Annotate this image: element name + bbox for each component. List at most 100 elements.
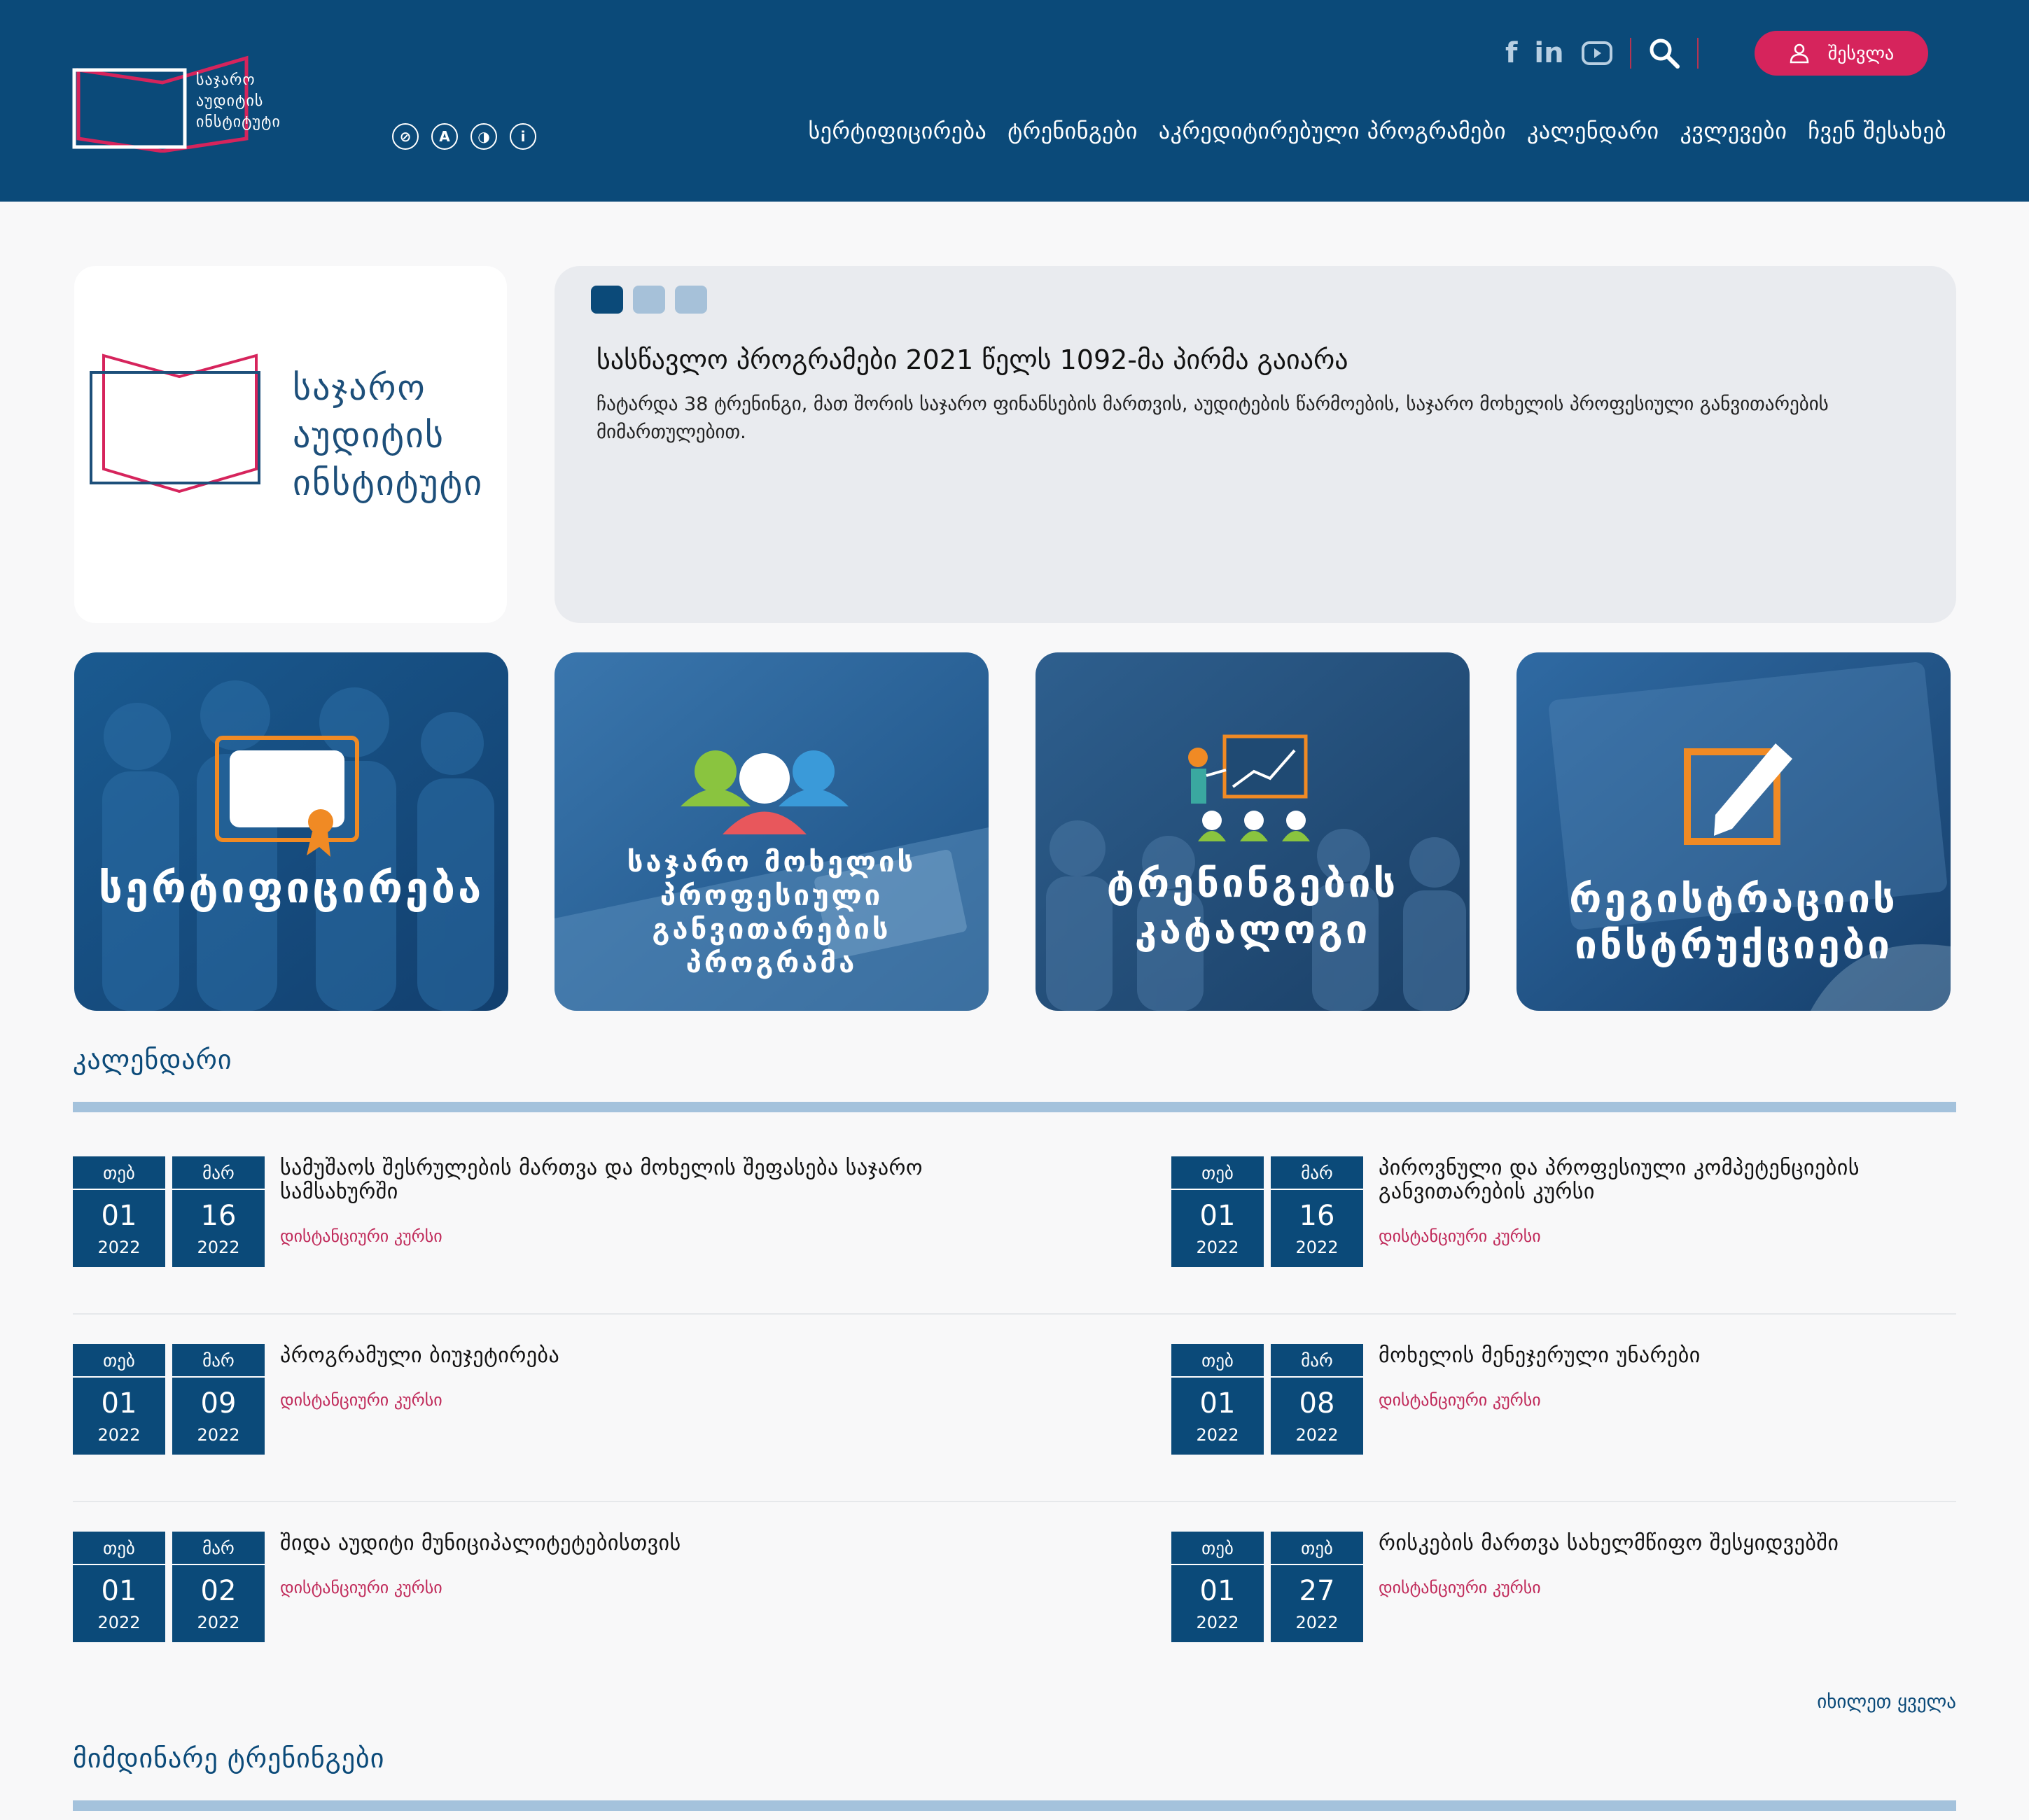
calendar-event[interactable]: თებ 01 2022 მარ 09 2022 პროგრამული ბიუჯე… (73, 1344, 773, 1457)
start-day: 01 (1199, 1575, 1236, 1607)
event-title[interactable]: შიდა აუდიტი მუნიციპალიტეტებისთვის (280, 1532, 854, 1555)
hero-logo-text: საჯარო აუდიტის ინსტიტუტი (293, 364, 483, 507)
end-month: მარ (172, 1532, 265, 1565)
nav-accredited-programs[interactable]: აკრედიტირებული პროგრამები (1159, 118, 1506, 144)
no-animation-icon[interactable]: ⊘ (392, 123, 419, 150)
section-divider-bar (73, 1102, 1956, 1112)
start-date: თებ 01 2022 (1171, 1344, 1264, 1455)
tile-label-line: საჯარო მოხელის (627, 846, 916, 878)
event-type: დისტანციური კურსი (280, 1226, 442, 1246)
tile-label-line: ტრენინგების (1106, 861, 1399, 906)
start-day: 01 (101, 1575, 137, 1607)
tile-label-line: ინსტრუქციები (1575, 923, 1892, 968)
end-day: 27 (1299, 1575, 1335, 1607)
divider (1696, 38, 1699, 69)
end-year: 2022 (1295, 1425, 1339, 1445)
start-date: თებ 01 2022 (1171, 1532, 1264, 1642)
event-title[interactable]: პიროვნული და პროფესიული კომპეტენციების გ… (1379, 1156, 1939, 1204)
tile-civil-servant-program[interactable]: საჯარო მოხელის პროფესიული განვითარების პ… (555, 652, 989, 1011)
accessibility-tools: ⊘ A ◑ i (392, 123, 536, 150)
end-day: 16 (200, 1200, 237, 1232)
font-size-icon[interactable]: A (431, 123, 458, 150)
start-year: 2022 (97, 1238, 141, 1257)
calendar-event[interactable]: თებ 01 2022 თებ 27 2022 რისკების მართვა … (1171, 1532, 1871, 1645)
start-date: თებ 01 2022 (73, 1156, 165, 1267)
end-year: 2022 (1295, 1613, 1339, 1632)
end-date: მარ 08 2022 (1271, 1344, 1363, 1455)
start-month: თებ (73, 1156, 165, 1190)
tile-label-line: კატალოგი (1134, 907, 1371, 953)
end-month: მარ (172, 1344, 265, 1378)
nav-certification[interactable]: სერტიფიცირება (809, 118, 987, 144)
tile-label-line: განვითარების (652, 913, 891, 946)
logo-line: ინსტიტუტი (196, 113, 281, 131)
calendar-event[interactable]: თებ 01 2022 მარ 08 2022 მოხელის მენეჯერუ… (1171, 1344, 1871, 1457)
hero-logo-line: საჯარო (293, 368, 426, 408)
calendar-title: კალენდარი (73, 1044, 232, 1075)
nav-about[interactable]: ჩვენ შესახებ (1808, 118, 1946, 144)
event-title[interactable]: რისკების მართვა სახელმწიფო შესყიდვებში (1379, 1532, 1953, 1555)
end-year: 2022 (1295, 1238, 1339, 1257)
site-header: საჯარო აუდიტის ინსტიტუტი ⊘ A ◑ i f in შე… (0, 0, 2029, 202)
linkedin-icon[interactable]: in (1534, 34, 1563, 73)
slide-title[interactable]: სასწავლო პროგრამები 2021 წელს 1092-მა პი… (597, 344, 1348, 375)
start-month: თებ (73, 1532, 165, 1565)
slider-dot[interactable] (633, 286, 665, 314)
end-year: 2022 (197, 1238, 240, 1257)
section-divider-bar (73, 1800, 1956, 1811)
tile-label: ტრენინგების კატალოგი (1036, 861, 1470, 953)
hero-logo-line: ინსტიტუტი (293, 463, 484, 503)
tile-certification[interactable]: სერტიფიცირება (74, 652, 508, 1011)
login-label: შესვლა (1827, 42, 1895, 64)
nav-calendar[interactable]: კალენდარი (1527, 118, 1659, 144)
end-month: მარ (1271, 1156, 1363, 1190)
nav-trainings[interactable]: ტრენინგები (1007, 118, 1138, 144)
start-year: 2022 (1196, 1238, 1239, 1257)
event-title[interactable]: მოხელის მენეჯერული უნარები (1379, 1344, 1953, 1368)
main-nav: სერტიფიცირება ტრენინგები აკრედიტირებული … (809, 118, 1946, 144)
slider-dot[interactable] (675, 286, 707, 314)
end-date: მარ 16 2022 (172, 1156, 265, 1267)
contrast-icon[interactable]: ◑ (470, 123, 497, 150)
end-year: 2022 (197, 1425, 240, 1445)
event-title[interactable]: სამუშაოს შესრულების მართვა და მოხელის შე… (280, 1156, 938, 1204)
login-button[interactable]: შესვლა (1755, 31, 1928, 76)
slide-description: ჩატარდა 38 ტრენინგი, მათ შორის საჯარო ფი… (597, 393, 1829, 443)
see-all-link[interactable]: იხილეთ ყველა (1817, 1691, 1956, 1713)
start-year: 2022 (97, 1613, 141, 1632)
row-divider (73, 1313, 1956, 1315)
tile-training-catalog[interactable]: ტრენინგების კატალოგი (1036, 652, 1470, 1011)
start-month: თებ (1171, 1532, 1264, 1565)
start-date: თებ 01 2022 (1171, 1156, 1264, 1267)
start-day: 01 (101, 1200, 137, 1232)
event-title[interactable]: პროგრამული ბიუჯეტირება (280, 1344, 854, 1368)
tile-label: რეგისტრაციის ინსტრუქციები (1516, 876, 1951, 969)
tile-label-line: პროგრამა (685, 947, 858, 979)
end-date: მარ 02 2022 (172, 1532, 265, 1642)
calendar-event[interactable]: თებ 01 2022 მარ 16 2022 პიროვნული და პრო… (1171, 1156, 1871, 1270)
end-date: მარ 09 2022 (172, 1344, 265, 1455)
nav-research[interactable]: კვლევები (1680, 118, 1787, 144)
tile-label-line: რეგისტრაციის (1569, 876, 1898, 922)
start-day: 01 (1199, 1200, 1236, 1232)
divider (1629, 38, 1631, 69)
event-type: დისტანციური კურსი (1379, 1578, 1541, 1597)
end-day: 08 (1299, 1387, 1335, 1420)
user-icon (1790, 43, 1809, 64)
calendar-event[interactable]: თებ 01 2022 მარ 16 2022 სამუშაოს შესრულე… (73, 1156, 923, 1270)
tile-registration-instructions[interactable]: რეგისტრაციის ინსტრუქციები (1516, 652, 1951, 1011)
logo-line: აუდიტის (196, 92, 264, 110)
youtube-icon[interactable] (1581, 41, 1613, 66)
start-year: 2022 (1196, 1425, 1239, 1445)
search-icon[interactable] (1648, 37, 1680, 69)
info-icon[interactable]: i (510, 123, 536, 150)
tile-background (74, 652, 508, 1011)
current-trainings-title: მიმდინარე ტრენინგები (73, 1743, 385, 1774)
start-date: თებ 01 2022 (73, 1344, 165, 1455)
end-month: მარ (1271, 1344, 1363, 1378)
calendar-event[interactable]: თებ 01 2022 მარ 02 2022 შიდა აუდიტი მუნი… (73, 1532, 773, 1645)
logo-text: საჯარო აუდიტის ინსტიტუტი (196, 70, 281, 133)
slider-dot[interactable] (591, 286, 623, 314)
facebook-icon[interactable]: f (1505, 34, 1517, 73)
end-month: თებ (1271, 1532, 1363, 1565)
